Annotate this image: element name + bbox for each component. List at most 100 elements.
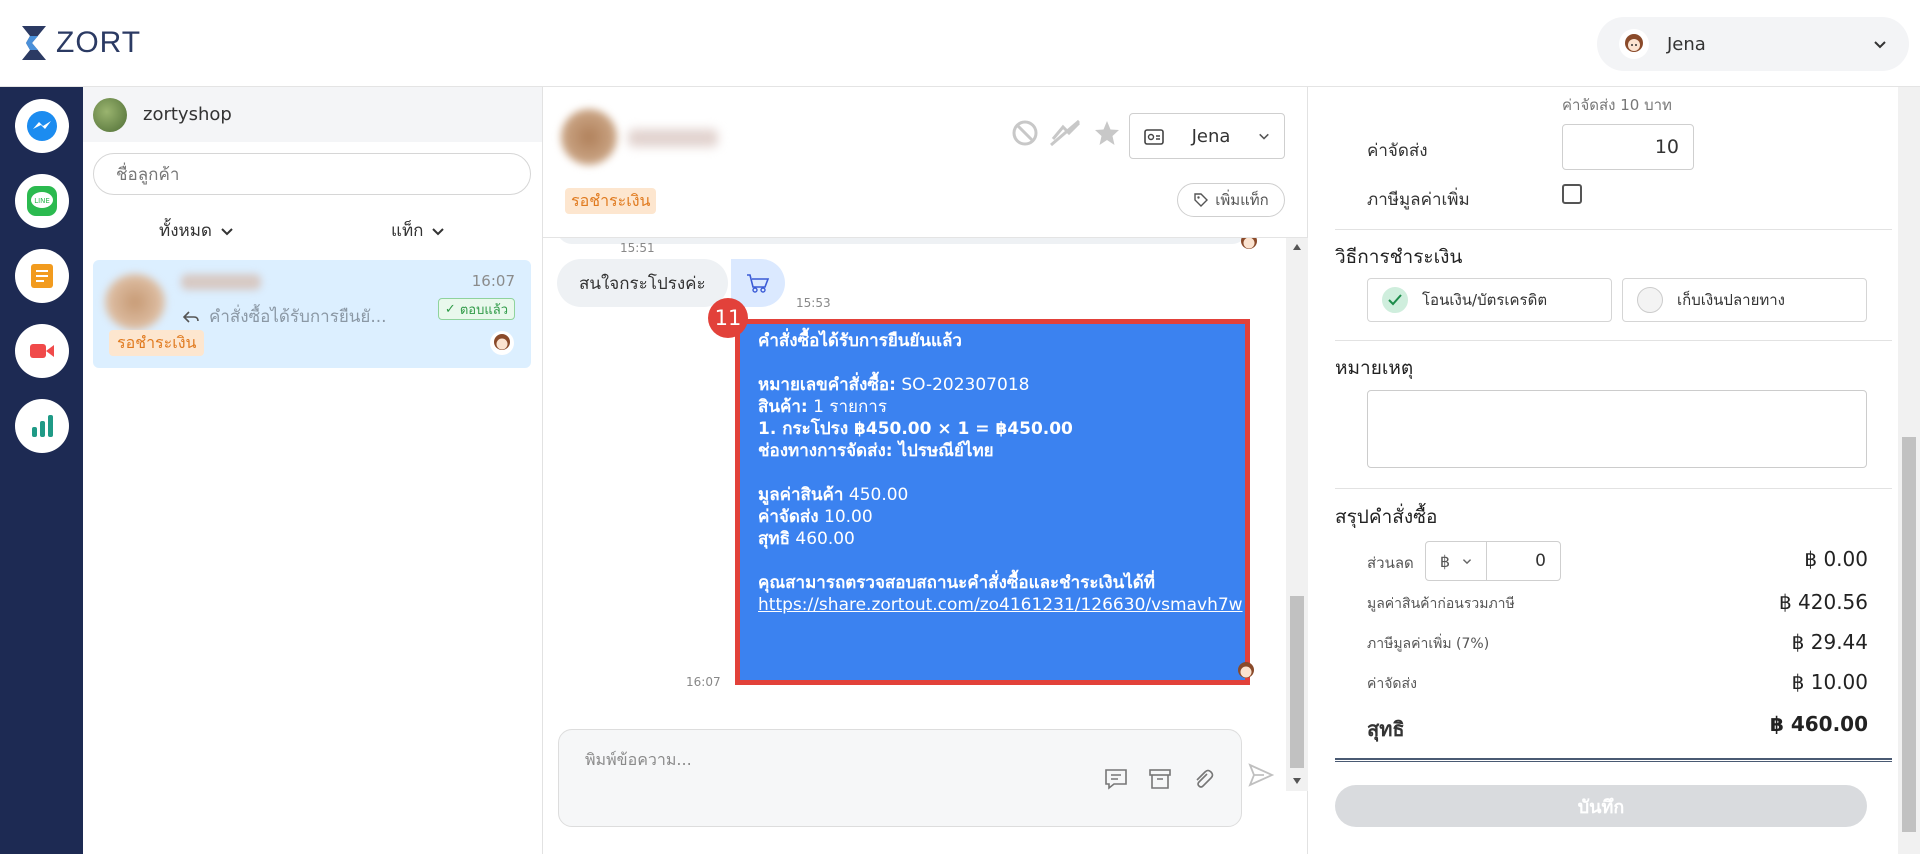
radio-selected-icon: [1382, 287, 1408, 313]
svg-text:LINE: LINE: [34, 197, 50, 205]
message-time: 15:51: [620, 241, 655, 255]
customer-avatar-blurred: [105, 274, 165, 330]
filter-tag-label: แท็ก: [391, 221, 424, 241]
orders-button[interactable]: [15, 249, 69, 303]
vat-checkbox[interactable]: [1562, 184, 1582, 204]
logo-text: ZORT: [56, 26, 142, 59]
pre-tax-label: มูลค่าสินค้าก่อนรวมภาษี: [1367, 596, 1515, 612]
pre-tax-amount: ฿ 420.56: [1778, 590, 1868, 614]
discount-input[interactable]: 0: [1486, 541, 1561, 581]
user-menu[interactable]: Jena: [1597, 17, 1909, 71]
incoming-message: สนใจกระโปรงค่ะ: [557, 259, 728, 307]
user-avatar: [1619, 29, 1649, 59]
divider: [1335, 229, 1892, 230]
video-icon: [30, 344, 54, 358]
step-badge: 11: [708, 298, 748, 338]
shipping-fee-input[interactable]: 10: [1562, 124, 1694, 170]
conversation-item[interactable]: คำสั่งซื้อได้รับการยืนยั... 16:07 ✓ ตอบแ…: [93, 260, 531, 368]
order-confirmation-message: คำสั่งซื้อได้รับการยืนยันแล้ว หมายเลขคำส…: [735, 319, 1250, 685]
conversation-status-badge: รอชำระเงิน: [109, 330, 205, 356]
discount-amount: ฿ 0.00: [1804, 547, 1868, 571]
create-order-button[interactable]: [731, 259, 785, 307]
agent-avatar: [1238, 662, 1254, 678]
agent-avatar: [1241, 238, 1257, 249]
order-panel-scroll-thumb[interactable]: [1902, 437, 1916, 832]
net-amount: ฿ 460.00: [1769, 712, 1868, 736]
message-composer[interactable]: พิมพ์ข้อความ...: [558, 729, 1242, 827]
chevron-down-icon: [1463, 559, 1472, 565]
attachment-icon[interactable]: [1192, 768, 1214, 790]
live-button[interactable]: [15, 324, 69, 378]
search-placeholder: ชื่อลูกค้า: [116, 164, 180, 185]
payment-transfer-label: โอนเงิน/บัตรเครดิต: [1422, 291, 1548, 309]
channel-rail: LINE: [0, 87, 83, 854]
payment-cod-option[interactable]: เก็บเงินปลายทาง: [1622, 278, 1867, 322]
check-status-text: คุณสามารถตรวจสอบสถานะคำสั่งซื้อและชำระเง…: [758, 573, 1155, 593]
shop-avatar: [93, 97, 127, 132]
shop-header: zortyshop: [83, 87, 542, 142]
analytics-button[interactable]: [15, 399, 69, 453]
chat-header-actions: [1011, 119, 1121, 147]
payment-cod-label: เก็บเงินปลายทาง: [1677, 291, 1785, 309]
shipping-hint: ค่าจัดส่ง 10 บาท: [1562, 96, 1672, 114]
user-name: Jena: [1667, 33, 1706, 55]
replied-badge: ✓ ตอบแล้ว: [437, 298, 515, 320]
order-title: คำสั่งซื้อได้รับการยืนยันแล้ว: [758, 331, 962, 351]
order-link[interactable]: https://share.zortout.com/zo4161231/1266…: [758, 594, 1243, 616]
agent-avatar: [490, 331, 514, 355]
add-tag-button[interactable]: เพิ่มแท็ก: [1177, 183, 1285, 217]
archive-icon[interactable]: [1148, 768, 1172, 790]
line-channel-button[interactable]: LINE: [15, 174, 69, 228]
save-button[interactable]: บันทึก: [1335, 785, 1867, 827]
id-card-icon: [1144, 129, 1164, 145]
block-icon[interactable]: [1011, 119, 1039, 147]
chevron-down-icon: [221, 227, 233, 235]
order-panel-scrollbar[interactable]: [1898, 87, 1920, 854]
chat-header: Jena รอชำระเงิน เพิ่มแท็ก: [543, 87, 1308, 238]
filter-tag-dropdown[interactable]: แท็ก: [391, 217, 445, 244]
discount-type-select[interactable]: ฿: [1425, 541, 1487, 581]
quick-reply-icon[interactable]: [1104, 768, 1128, 790]
zort-logo[interactable]: ZORT: [20, 24, 141, 62]
replied-badge-text: ตอบแล้ว: [459, 302, 508, 318]
divider: [1335, 488, 1892, 489]
messenger-channel-button[interactable]: [15, 99, 69, 153]
zort-logo-icon: [22, 26, 46, 60]
payment-transfer-option[interactable]: โอนเงิน/บัตรเครดิต: [1367, 278, 1612, 322]
conversation-time: 16:07: [471, 272, 515, 290]
filter-all-dropdown[interactable]: ทั้งหมด: [159, 217, 234, 244]
value-line: มูลค่าสินค้า 450.00: [758, 485, 909, 505]
reply-icon: [183, 310, 199, 323]
scroll-down-arrow-icon[interactable]: [1292, 776, 1302, 786]
summary-double-rule: [1335, 758, 1892, 762]
customer-list-panel: zortyshop ชื่อลูกค้า ทั้งหมด แท็ก คำสั่ง…: [83, 87, 543, 854]
scroll-thumb[interactable]: [1290, 596, 1304, 768]
vat-line-label: ภาษีมูลค่าเพิ่ม (7%): [1367, 636, 1490, 652]
last-message-text: คำสั่งซื้อได้รับการยืนยั...: [209, 307, 387, 327]
spam-icon[interactable]: [1049, 119, 1083, 147]
assignee-select[interactable]: Jena: [1129, 113, 1285, 159]
discount-label: ส่วนลด: [1367, 554, 1414, 572]
chart-icon: [32, 415, 53, 437]
thread-scrollbar[interactable]: [1286, 238, 1308, 791]
shipping-channel-line: ช่องทางการจัดส่ง: ไปรษณีย์ไทย: [758, 441, 994, 461]
chat-status-tag[interactable]: รอชำระเงิน: [565, 188, 657, 214]
customer-search-input[interactable]: ชื่อลูกค้า: [93, 153, 531, 195]
note-textarea[interactable]: [1367, 390, 1867, 468]
note-title: หมายเหตุ: [1335, 357, 1414, 379]
customer-name-blurred: [181, 274, 261, 290]
send-icon[interactable]: [1248, 762, 1274, 788]
add-tag-label: เพิ่มแท็ก: [1215, 191, 1269, 209]
net-label: สุทธิ: [1367, 717, 1405, 741]
scroll-up-arrow-icon[interactable]: [1292, 242, 1302, 252]
shop-name: zortyshop: [143, 104, 232, 125]
order-panel: ค่าจัดส่ง 10 บาท ค่าจัดส่ง 10 ภาษีมูลค่า…: [1308, 87, 1920, 854]
item-detail-line: 1. กระโปรง ฿450.00 × 1 = ฿450.00: [758, 419, 1073, 439]
divider: [1335, 340, 1892, 341]
assignee-name: Jena: [1191, 125, 1231, 147]
star-icon[interactable]: [1093, 119, 1121, 147]
last-message: คำสั่งซื้อได้รับการยืนยั...: [183, 303, 387, 330]
chevron-down-icon: [432, 227, 445, 235]
shipping-line-label: ค่าจัดส่ง: [1367, 676, 1417, 692]
chat-customer-name-blurred: [628, 129, 718, 147]
